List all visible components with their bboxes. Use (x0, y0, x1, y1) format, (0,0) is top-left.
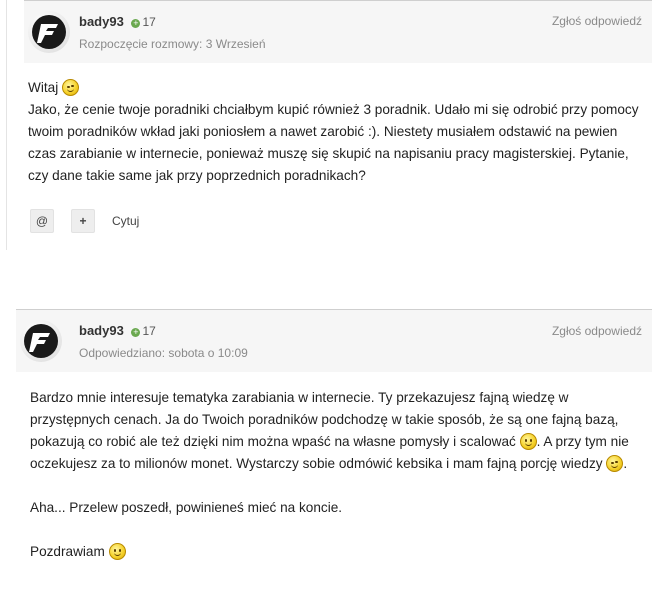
logo-f-avatar-icon (24, 324, 58, 358)
closing-text: Pozdrawiam (30, 544, 109, 559)
reputation-count: 17 (142, 15, 156, 29)
smile-emoji-icon (519, 433, 537, 450)
author-line: bady93 +17 (79, 323, 156, 338)
post-2: bady93 +17 Odpowiedziano: sobota o 10:09… (16, 309, 652, 594)
avatar[interactable] (20, 320, 62, 362)
quote-button[interactable]: Cytuj (112, 209, 139, 233)
paragraph: Jako, że cenie twoje poradniki chciałbym… (28, 102, 639, 183)
paragraph-text: . (623, 456, 628, 471)
report-link[interactable]: Zgłoś odpowiedź (552, 324, 642, 338)
post-date[interactable]: Rozpoczęcie rozmowy: 3 Wrzesień (79, 37, 266, 51)
mention-button[interactable]: @ (30, 209, 54, 233)
plus-circle-icon: + (131, 18, 141, 28)
plus-circle-icon: + (131, 327, 141, 337)
avatar[interactable] (28, 11, 70, 53)
post-content: Witaj Jako, że cenie twoje poradniki chc… (28, 77, 642, 187)
report-link[interactable]: Zgłoś odpowiedź (552, 14, 642, 28)
paragraph: Aha... Przelew poszedł, powinieneś mieć … (30, 500, 343, 515)
post-1: bady93 +17 Rozpoczęcie rozmowy: 3 Wrzesi… (24, 0, 652, 250)
logo-f-avatar-icon (32, 15, 66, 49)
paragraph: Pozdrawiam (30, 541, 642, 563)
paragraph: Witaj (28, 77, 642, 99)
post-date[interactable]: Odpowiedziano: sobota o 10:09 (79, 346, 248, 360)
post-content: Bardzo mnie interesuje tematyka zarabian… (30, 387, 642, 563)
author-name[interactable]: bady93 (79, 323, 124, 338)
greeting-text: Witaj (28, 80, 62, 95)
wink-emoji-icon (61, 79, 79, 96)
divider (6, 0, 7, 250)
reputation: +17 (131, 15, 156, 29)
reputation: +17 (131, 324, 156, 338)
post-header: bady93 +17 Rozpoczęcie rozmowy: 3 Wrzesi… (24, 0, 652, 63)
reputation-count: 17 (142, 324, 156, 338)
post-header: bady93 +17 Odpowiedziano: sobota o 10:09… (16, 309, 652, 372)
wink-emoji-icon (606, 455, 624, 472)
paragraph: Bardzo mnie interesuje tematyka zarabian… (30, 387, 642, 475)
author-name[interactable]: bady93 (79, 14, 124, 29)
multiquote-button[interactable]: + (71, 209, 95, 233)
smile-emoji-icon (108, 543, 126, 560)
author-line: bady93 +17 (79, 14, 156, 29)
